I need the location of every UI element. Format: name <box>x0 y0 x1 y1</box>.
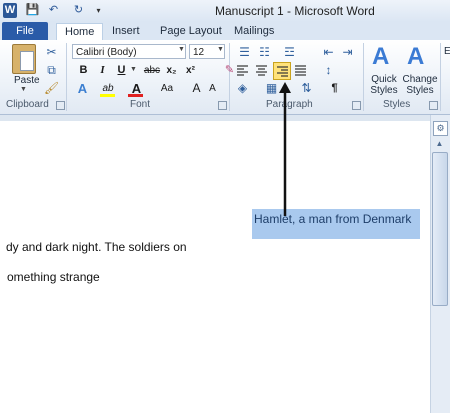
numbering-icon[interactable]: ☷ <box>256 44 273 61</box>
quick-styles-button-label[interactable]: Quick Styles <box>367 74 401 96</box>
customize-quick-access-icon[interactable]: ▾ <box>91 3 106 18</box>
scroll-up-icon[interactable]: ▲ <box>433 137 446 150</box>
decrease-indent-icon[interactable]: ⇤ <box>320 44 337 61</box>
underline-button[interactable]: U <box>113 62 130 79</box>
increase-indent-icon[interactable]: ⇥ <box>339 44 356 61</box>
align-center-icon[interactable] <box>253 62 270 79</box>
redo-icon[interactable]: ↻ <box>71 3 86 18</box>
document-page[interactable] <box>0 121 430 413</box>
strikethrough-button[interactable]: abc <box>142 62 162 79</box>
document-line[interactable]: dy and dark night. The soldiers on <box>6 240 187 254</box>
change-styles-button-label[interactable]: Change Styles <box>401 74 439 96</box>
align-right-icon[interactable] <box>273 62 291 80</box>
group-separator <box>440 43 441 111</box>
italic-button[interactable]: I <box>94 62 111 79</box>
font-name-select[interactable]: Calibri (Body) <box>72 44 186 59</box>
multilevel-list-icon[interactable]: ☲ <box>281 44 298 61</box>
paragraph-launcher-icon[interactable] <box>352 101 361 110</box>
clipboard-launcher-icon[interactable] <box>56 101 65 110</box>
font-name-dropdown-icon[interactable]: ▼ <box>178 46 185 53</box>
change-styles-icon[interactable]: A <box>407 44 429 70</box>
text-effects-button[interactable]: A <box>74 80 91 97</box>
bullets-icon[interactable]: ☰ <box>236 44 253 61</box>
shading-icon[interactable]: ◈ <box>234 80 251 97</box>
save-icon[interactable]: 💾 <box>25 3 40 18</box>
word-logo-icon[interactable]: W <box>3 3 17 18</box>
paste-icon[interactable] <box>12 44 36 74</box>
group-label-styles: Styles <box>383 99 411 110</box>
shrink-font-button[interactable]: A <box>204 80 221 97</box>
format-painter-icon[interactable]: 🖌 <box>43 80 60 97</box>
quick-styles-icon[interactable]: A <box>372 44 394 70</box>
show-formatting-marks-icon[interactable]: ¶ <box>326 80 343 97</box>
group-label-font: Font <box>130 99 151 110</box>
font-size-dropdown-icon[interactable]: ▼ <box>217 46 224 53</box>
cut-icon[interactable]: ✂ <box>43 44 60 61</box>
scrollbar-thumb[interactable] <box>432 152 448 306</box>
annotation-arrow-icon <box>279 82 291 216</box>
undo-icon[interactable]: ↶ <box>46 3 61 18</box>
tab-insert[interactable]: Insert <box>106 23 146 39</box>
styles-launcher-icon[interactable] <box>429 101 438 110</box>
superscript-button[interactable]: x² <box>182 62 199 79</box>
window-title: Manuscript 1 - Microsoft Word <box>215 4 375 18</box>
group-separator <box>363 43 364 111</box>
view-ruler-icon[interactable]: ⚙ <box>433 121 448 136</box>
bold-button[interactable]: B <box>75 62 92 79</box>
group-separator <box>66 43 67 111</box>
underline-dropdown-icon[interactable]: ▼ <box>130 66 137 73</box>
highlight-color-swatch <box>100 94 115 97</box>
copy-icon[interactable]: ⧉ <box>43 62 60 79</box>
document-line[interactable]: omething strange <box>7 270 100 284</box>
group-label-clipboard: Clipboard <box>6 99 49 110</box>
change-case-button[interactable]: Aa <box>157 80 177 97</box>
sort-icon[interactable]: ⇅ <box>298 80 315 97</box>
editing-group-stub[interactable]: E <box>444 46 450 57</box>
tab-home[interactable]: Home <box>56 23 104 41</box>
subscript-button[interactable]: x₂ <box>163 62 180 79</box>
tab-mailings[interactable]: Mailings <box>228 23 280 39</box>
justify-icon[interactable] <box>292 62 309 79</box>
tab-page-layout[interactable]: Page Layout <box>154 23 228 39</box>
paste-dropdown-icon[interactable]: ▼ <box>20 86 27 93</box>
line-spacing-icon[interactable]: ↕ <box>320 62 337 79</box>
tab-file[interactable]: File <box>2 22 48 40</box>
font-color-swatch <box>128 94 143 97</box>
font-launcher-icon[interactable] <box>218 101 227 110</box>
paste-button-label[interactable]: Paste <box>14 75 40 86</box>
grow-font-button[interactable]: A <box>188 80 205 97</box>
align-left-icon[interactable] <box>234 62 251 79</box>
